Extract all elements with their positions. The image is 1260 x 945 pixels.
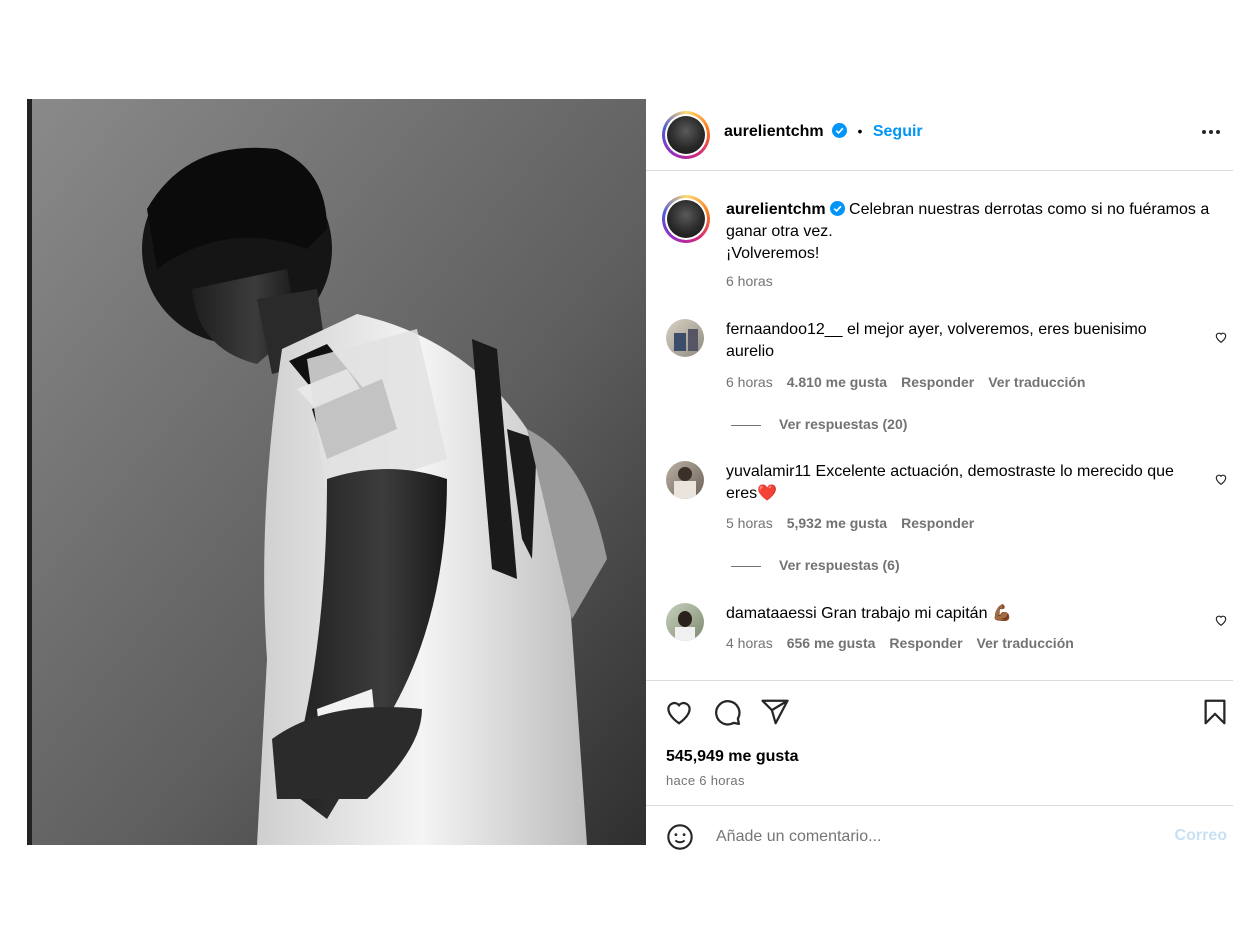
comment-likes[interactable]: 4.810 me gusta	[787, 374, 887, 390]
comment-line-1: Gran trabajo mi capitán	[821, 605, 988, 622]
author-username[interactable]: aurelientchm	[724, 123, 824, 140]
comment-line-2: aurelio	[726, 343, 775, 360]
caption-line-2: ganar otra vez.	[726, 223, 833, 240]
comment-input[interactable]	[714, 827, 1118, 847]
comment-line-2: eres	[726, 485, 758, 502]
comment-time: 6 horas	[726, 374, 773, 390]
view-replies-label: Ver respuestas (20)	[779, 416, 908, 432]
comment-line-1: Excelente actuación, demostraste lo mere…	[815, 463, 1174, 480]
comment-line-1: el mejor ayer, volveremos, eres buenisim…	[847, 321, 1147, 338]
comment-like-heart-icon[interactable]	[1214, 330, 1228, 344]
view-replies-button[interactable]: Ver respuestas (20)	[731, 416, 907, 432]
post-header: aurelientchm • Seguir	[646, 99, 1233, 171]
comment-meta: 4 horas 656 me gusta Responder Ver traducci…	[726, 635, 1074, 651]
comment-username[interactable]: yuvalamir11	[726, 463, 811, 480]
comment-like-heart-icon[interactable]	[1214, 613, 1228, 627]
comment-likes[interactable]: 656 me gusta	[787, 635, 876, 651]
post-image[interactable]	[27, 99, 646, 845]
post-comment-button[interactable]: Correo	[1175, 827, 1227, 845]
caption-text: aurelientchm Celebran nuestras derrotas …	[726, 199, 1226, 265]
comment-meta: 6 horas 4.810 me gusta Responder Ver traduc…	[726, 374, 1085, 390]
likes-count[interactable]: 545,949 me gusta	[666, 748, 799, 766]
emoji-icon[interactable]	[666, 823, 694, 851]
more-options-icon[interactable]	[1201, 129, 1221, 135]
author-avatar[interactable]	[662, 111, 710, 159]
comment-text: damataaessi Gran trabajo mi capitán 💪🏾	[726, 603, 1186, 625]
post-actions: 545,949 me gusta hace 6 horas	[646, 680, 1233, 806]
comment-time: 4 horas	[726, 635, 773, 651]
translate-button[interactable]: Ver traducción	[988, 374, 1085, 390]
add-comment-bar: Correo	[646, 805, 1233, 850]
caption-line-3: ¡Volveremos!	[726, 245, 820, 262]
flexed-biceps-emoji: 💪🏾	[991, 605, 1012, 622]
reply-button[interactable]: Responder	[901, 515, 974, 531]
verified-badge-icon	[832, 123, 848, 138]
post-detail-panel: aurelientchm • Seguir aurelientchm Celeb…	[646, 99, 1233, 850]
bookmark-icon[interactable]	[1200, 697, 1230, 727]
view-replies-label: Ver respuestas (6)	[779, 557, 900, 573]
comment-avatar[interactable]	[666, 319, 704, 357]
comment-username[interactable]: fernaandoo12__	[726, 321, 843, 338]
translate-button[interactable]: Ver traducción	[977, 635, 1074, 651]
view-replies-button[interactable]: Ver respuestas (6)	[731, 557, 900, 573]
share-icon[interactable]	[760, 697, 790, 727]
comment-icon[interactable]	[712, 697, 742, 727]
comment-username[interactable]: damataaessi	[726, 605, 817, 622]
caption-line-1: Celebran nuestras derrotas como si no fu…	[849, 201, 1210, 218]
comment-text: fernaandoo12__ el mejor ayer, volveremos…	[726, 319, 1186, 363]
caption-time: 6 horas	[726, 273, 773, 289]
caption-username[interactable]: aurelientchm	[726, 201, 826, 218]
comment-avatar[interactable]	[666, 603, 704, 641]
verified-badge-icon	[829, 201, 845, 216]
separator-dot: •	[857, 123, 863, 139]
caption-avatar[interactable]	[662, 195, 710, 243]
follow-button[interactable]: Seguir	[873, 123, 923, 140]
heart-icon[interactable]	[664, 697, 694, 727]
post-photo-illustration	[27, 99, 646, 845]
author-line: aurelientchm • Seguir	[724, 123, 923, 141]
comment-time: 5 horas	[726, 515, 773, 531]
comment-likes[interactable]: 5,932 me gusta	[787, 515, 887, 531]
comments-list[interactable]: aurelientchm Celebran nuestras derrotas …	[646, 171, 1233, 679]
reply-button[interactable]: Responder	[889, 635, 962, 651]
reply-button[interactable]: Responder	[901, 374, 974, 390]
heart-emoji: ❤️	[757, 485, 778, 502]
post-time: hace 6 horas	[666, 773, 745, 788]
comment-meta: 5 horas 5,932 me gusta Responder	[726, 515, 974, 531]
comment-like-heart-icon[interactable]	[1214, 472, 1228, 486]
comment-text: yuvalamir11 Excelente actuación, demostr…	[726, 461, 1196, 505]
comment-avatar[interactable]	[666, 461, 704, 499]
